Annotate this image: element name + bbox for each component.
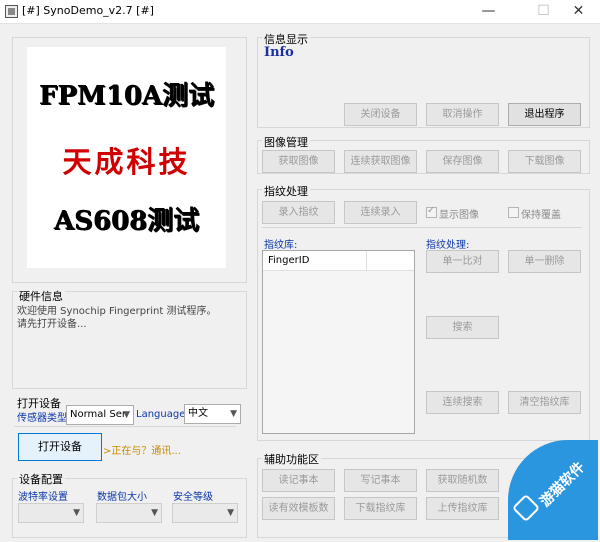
continuous-search-button[interactable]: 连续搜索 <box>426 391 499 414</box>
download-library-button[interactable]: 下载指纹库 <box>344 497 417 520</box>
logo-line-as608: AS608测试 <box>53 206 200 236</box>
image-management-title: 图像管理 <box>262 134 310 150</box>
exit-program-button[interactable]: 退出程序 <box>508 103 581 126</box>
security-level-select[interactable]: ▼ <box>172 503 238 523</box>
read-notes-button[interactable]: 读记事本 <box>262 469 335 492</box>
minimize-button[interactable]: — <box>466 0 511 23</box>
watermark-text: 游猫软件 <box>537 459 589 511</box>
logo-line-fpm10a: FPM10A测试 <box>38 81 215 111</box>
match-one-button[interactable]: 单一比对 <box>426 250 499 273</box>
search-button[interactable]: 搜索 <box>426 316 499 339</box>
get-random-button[interactable]: 获取随机数 <box>426 469 499 492</box>
chevron-down-icon: ▼ <box>227 508 234 518</box>
divider <box>262 227 582 228</box>
upload-library-button[interactable]: 上传指纹库 <box>426 497 499 520</box>
delete-one-button[interactable]: 单一删除 <box>508 250 581 273</box>
keep-overlay-label: 保持覆盖 <box>521 210 561 221</box>
sensor-type-label: 传感器类型 <box>17 413 67 424</box>
open-device-button[interactable]: 打开设备 <box>18 433 102 461</box>
read-valid-templates-button[interactable]: 读有效模板数 <box>262 497 335 520</box>
close-device-button[interactable]: 关闭设备 <box>344 103 417 126</box>
chevron-down-icon: ▼ <box>73 508 80 518</box>
fingerprint-title: 指纹处理 <box>262 183 310 199</box>
language-select[interactable]: 中文 ▼ <box>184 404 241 424</box>
clear-library-button[interactable]: 清空指纹库 <box>508 391 581 414</box>
watermark-badge: 游猫软件 <box>508 440 598 540</box>
packet-size-select[interactable]: ▼ <box>96 503 162 523</box>
logo-line-company: 天成科技 <box>62 145 191 179</box>
sensor-type-select[interactable]: Normal Ser ▼ <box>66 405 134 425</box>
sensor-type-value: Normal Ser <box>70 409 126 420</box>
download-image-button[interactable]: 下载图像 <box>508 150 581 173</box>
info-message: Info <box>264 45 294 60</box>
show-image-checkbox[interactable] <box>426 205 437 218</box>
continuous-get-image-button[interactable]: 连续获取图像 <box>344 150 417 173</box>
device-config-title: 设备配置 <box>17 471 65 487</box>
aux-functions-title: 辅助功能区 <box>262 451 321 467</box>
library-label: 指纹库: <box>264 240 298 251</box>
chevron-down-icon: ▼ <box>123 410 130 420</box>
baud-rate-label: 波特率设置 <box>18 492 68 503</box>
language-label: Language <box>136 409 186 420</box>
fingerprint-library-list[interactable]: FingerID <box>262 250 415 434</box>
save-image-button[interactable]: 保存图像 <box>426 150 499 173</box>
finger-id-column-header[interactable]: FingerID <box>263 251 367 271</box>
divider <box>14 426 236 427</box>
logo-image: FPM10A测试 天成科技 AS608测试 <box>27 47 226 268</box>
packet-size-label: 数据包大小 <box>97 492 147 503</box>
hardware-info-line2: 请先打开设备... <box>17 319 87 330</box>
write-notes-button[interactable]: 写记事本 <box>344 469 417 492</box>
process-label: 指纹处理: <box>426 240 470 251</box>
app-icon <box>5 5 18 18</box>
keep-overlay-checkbox[interactable] <box>508 207 519 218</box>
enroll-fingerprint-button[interactable]: 录入指纹 <box>262 201 335 224</box>
close-button[interactable]: ✕ <box>556 0 600 23</box>
get-image-button[interactable]: 获取图像 <box>262 150 335 173</box>
continuous-enroll-button[interactable]: 连续录入 <box>344 201 417 224</box>
column-header-blank <box>367 251 414 271</box>
baud-rate-select[interactable]: ▼ <box>18 503 84 523</box>
cancel-operation-button[interactable]: 取消操作 <box>426 103 499 126</box>
language-value: 中文 <box>188 408 208 419</box>
security-level-label: 安全等级 <box>173 492 213 503</box>
chevron-down-icon: ▼ <box>230 409 237 419</box>
show-image-label: 显示图像 <box>439 210 479 221</box>
chevron-down-icon: ▼ <box>151 508 158 518</box>
connection-status: >正在与？通讯... <box>103 446 181 457</box>
window-title: [#] SynoDemo_v2.7 [#] <box>22 4 154 17</box>
